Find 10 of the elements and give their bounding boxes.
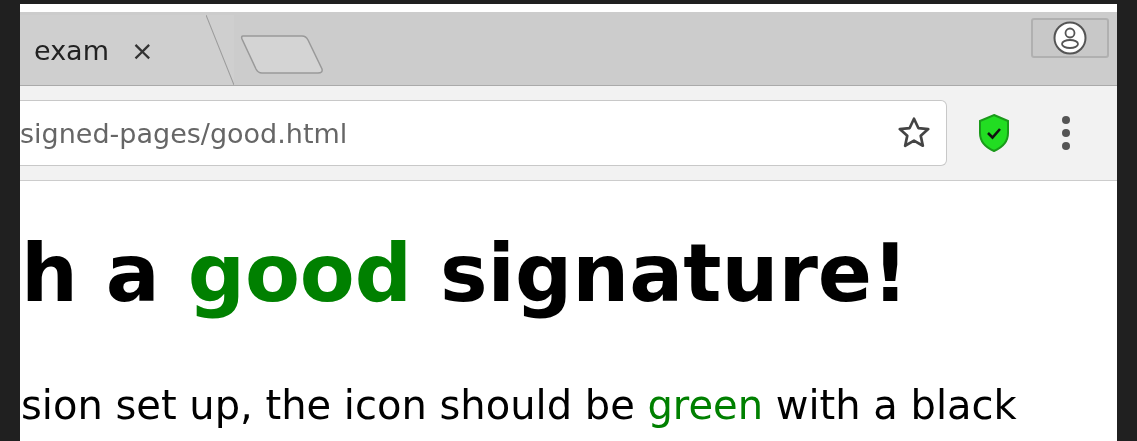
close-tab-button[interactable]: × [130,34,154,66]
profile-button[interactable] [1031,18,1109,58]
menu-button[interactable] [1061,115,1071,151]
paragraph-text: sion set up, the icon should be green with a black [21,382,1017,428]
extension-shield-button[interactable] [977,113,1011,153]
tab-title: exam [34,34,109,66]
url-text: signed-pages/good.html [20,117,349,149]
person-icon [1053,21,1087,55]
address-field[interactable]: signed-pages/good.html [20,100,947,166]
page-heading: h a good signature! [21,226,909,322]
